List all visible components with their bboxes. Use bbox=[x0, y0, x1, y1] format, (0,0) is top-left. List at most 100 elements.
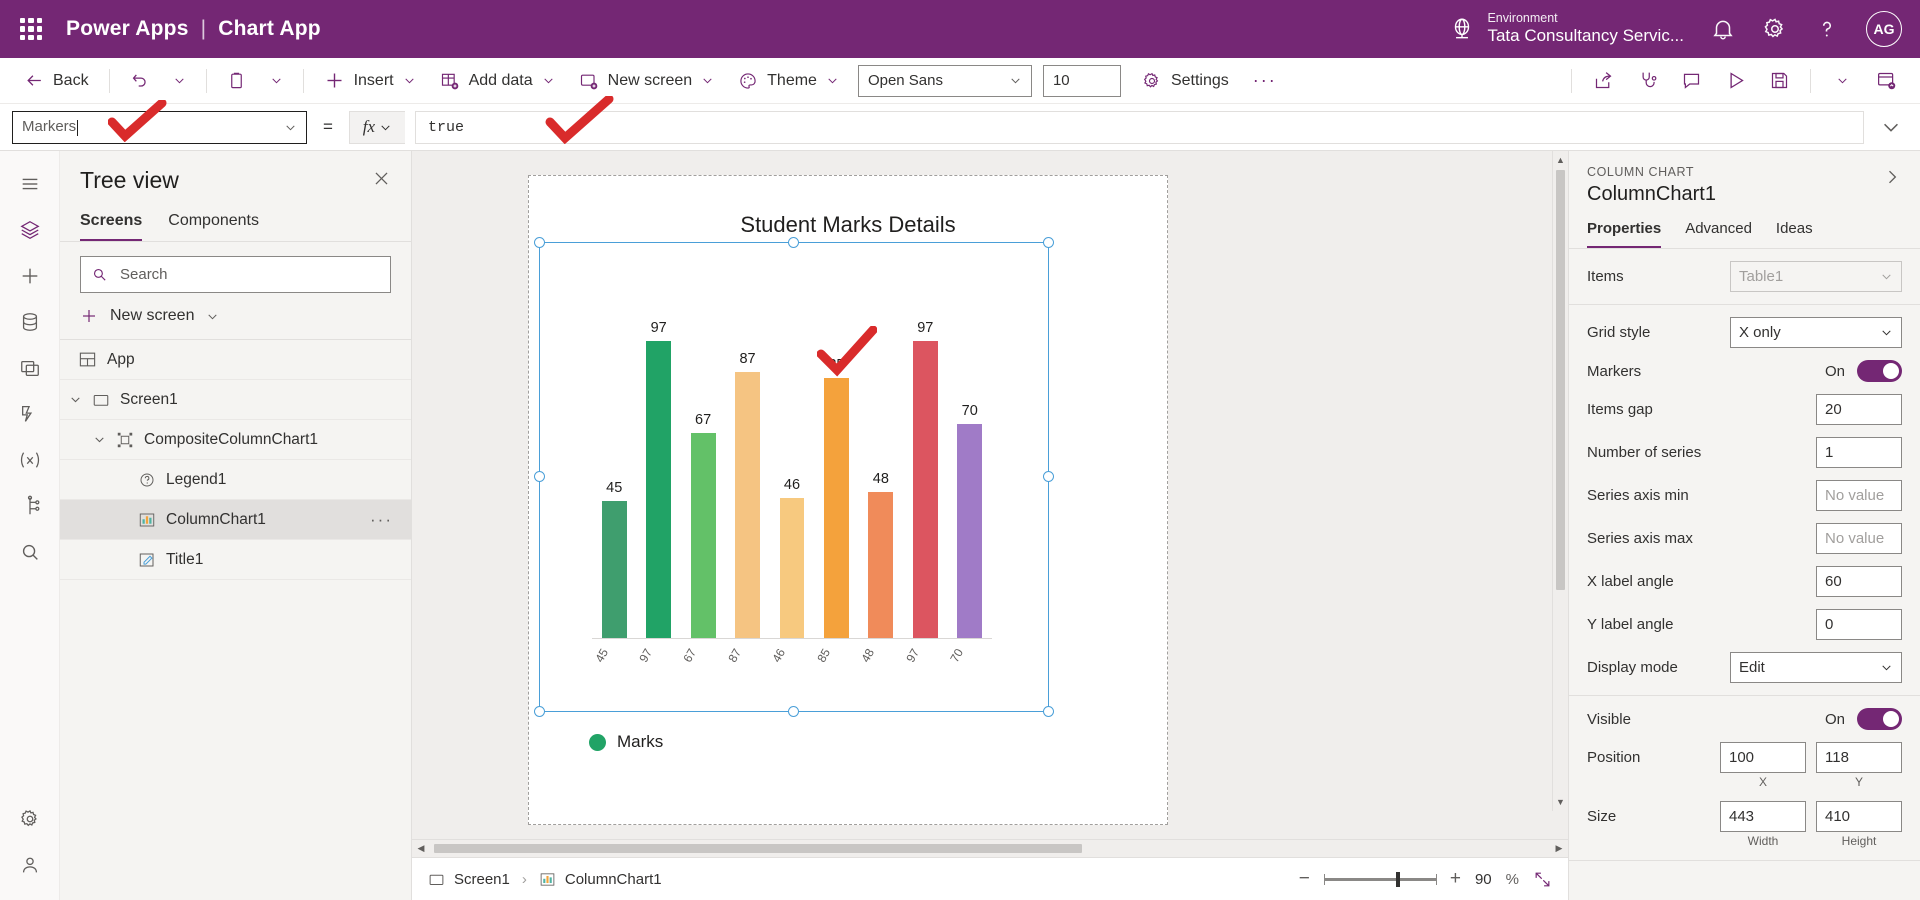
resize-handle-e[interactable] bbox=[1043, 471, 1054, 482]
visible-toggle[interactable] bbox=[1857, 708, 1902, 730]
tree-item-title1[interactable]: Title1 bbox=[60, 540, 411, 580]
save-button[interactable] bbox=[1759, 63, 1799, 99]
breadcrumb-screen[interactable]: Screen1 bbox=[428, 871, 510, 888]
help-icon[interactable] bbox=[1814, 16, 1840, 42]
x-label-angle-input[interactable]: 60 bbox=[1816, 566, 1902, 597]
save-dropdown[interactable] bbox=[1822, 63, 1862, 99]
rail-search-button[interactable] bbox=[8, 529, 52, 575]
vertical-scroll-thumb[interactable] bbox=[1556, 170, 1565, 590]
resize-handle-w[interactable] bbox=[534, 471, 545, 482]
rail-tree-view-button[interactable] bbox=[8, 207, 52, 253]
bar[interactable] bbox=[823, 377, 849, 639]
tab-ideas[interactable]: Ideas bbox=[1776, 216, 1813, 248]
bar[interactable] bbox=[957, 423, 983, 639]
share-button[interactable] bbox=[1583, 63, 1623, 99]
bar-column[interactable]: 46 bbox=[770, 301, 814, 639]
bar-column[interactable]: 87 bbox=[725, 301, 769, 639]
tree-item-more-button[interactable]: ··· bbox=[370, 510, 393, 530]
resize-handle-n[interactable] bbox=[788, 237, 799, 248]
bar-column[interactable]: 85 bbox=[814, 301, 858, 639]
bar[interactable] bbox=[735, 371, 760, 639]
fit-to-screen-icon[interactable] bbox=[1533, 870, 1552, 889]
app-screen[interactable]: Student Marks Details 45 97 67 87 46 85 48 97 70 bbox=[528, 175, 1168, 825]
items-select[interactable]: Table1 bbox=[1730, 261, 1902, 292]
close-tree-view-button[interactable] bbox=[372, 169, 391, 192]
resize-handle-nw[interactable] bbox=[534, 237, 545, 248]
gear-icon[interactable] bbox=[1762, 16, 1788, 42]
tree-item-columnchart1[interactable]: ColumnChart1 ··· bbox=[60, 500, 411, 540]
rail-variables-button[interactable] bbox=[8, 437, 52, 483]
tab-screens[interactable]: Screens bbox=[80, 206, 143, 241]
canvas-vertical-scrollbar[interactable]: ▲ ▼ bbox=[1552, 151, 1568, 811]
bar[interactable] bbox=[868, 491, 894, 639]
column-chart-selection[interactable]: 45 97 67 87 46 85 48 97 70 45 97 67 87 46 85 48 97 70 bbox=[534, 237, 1054, 717]
app-name[interactable]: Chart App bbox=[218, 17, 321, 41]
zoom-slider-thumb[interactable] bbox=[1395, 871, 1400, 887]
search-input[interactable] bbox=[118, 265, 380, 284]
rail-account-button[interactable] bbox=[8, 842, 52, 888]
bar-column[interactable]: 45 bbox=[592, 301, 636, 639]
formula-input[interactable]: true bbox=[414, 110, 1864, 144]
bar-column[interactable]: 97 bbox=[903, 301, 947, 639]
back-button[interactable]: Back bbox=[14, 63, 100, 99]
avatar[interactable]: AG bbox=[1866, 11, 1902, 47]
chart-legend[interactable]: Marks bbox=[589, 732, 663, 752]
bar-column[interactable]: 70 bbox=[948, 301, 992, 639]
tree-item-compositecolumnchart1[interactable]: CompositeColumnChart1 bbox=[60, 420, 411, 460]
expander-icon[interactable] bbox=[92, 433, 106, 446]
breadcrumb-control[interactable]: ColumnChart1 bbox=[539, 871, 662, 888]
bar[interactable] bbox=[779, 497, 805, 639]
scroll-down-arrow[interactable]: ▼ bbox=[1556, 793, 1565, 811]
resize-handle-sw[interactable] bbox=[534, 706, 545, 717]
tree-item-screen1[interactable]: Screen1 bbox=[60, 380, 411, 420]
preview-button[interactable] bbox=[1715, 63, 1755, 99]
paste-dropdown[interactable] bbox=[259, 63, 294, 99]
paste-button[interactable] bbox=[216, 63, 257, 99]
bar-column[interactable]: 67 bbox=[681, 301, 725, 639]
size-width-input[interactable]: 443 bbox=[1720, 801, 1806, 832]
resize-handle-s[interactable] bbox=[788, 706, 799, 717]
canvas-horizontal-scrollbar[interactable]: ◀ ▶ bbox=[412, 839, 1568, 857]
bar[interactable] bbox=[601, 500, 627, 639]
scroll-left-arrow[interactable]: ◀ bbox=[412, 843, 430, 854]
series-axis-min-input[interactable]: No value bbox=[1816, 480, 1902, 511]
insert-button[interactable]: Insert bbox=[313, 63, 427, 99]
scroll-right-arrow[interactable]: ▶ bbox=[1550, 843, 1568, 854]
display-mode-select[interactable]: Edit bbox=[1730, 652, 1902, 683]
settings-button[interactable]: Settings bbox=[1131, 63, 1240, 99]
position-x-input[interactable]: 100 bbox=[1720, 742, 1806, 773]
formula-expand-button[interactable] bbox=[1874, 111, 1908, 144]
rail-media-button[interactable] bbox=[8, 345, 52, 391]
zoom-slider[interactable] bbox=[1323, 871, 1437, 887]
add-data-button[interactable]: Add data bbox=[429, 63, 566, 99]
tab-advanced[interactable]: Advanced bbox=[1685, 216, 1752, 248]
position-y-input[interactable]: 118 bbox=[1816, 742, 1902, 773]
tab-components[interactable]: Components bbox=[168, 206, 259, 241]
rail-insert-button[interactable] bbox=[8, 253, 52, 299]
publish-button[interactable] bbox=[1866, 63, 1906, 99]
overflow-button[interactable]: ··· bbox=[1242, 63, 1288, 99]
rail-settings-button[interactable] bbox=[8, 796, 52, 842]
theme-button[interactable]: Theme bbox=[727, 63, 850, 99]
zoom-in-button[interactable]: + bbox=[1450, 868, 1461, 890]
tree-item-app[interactable]: App bbox=[60, 340, 411, 380]
resize-handle-se[interactable] bbox=[1043, 706, 1054, 717]
resize-handle-ne[interactable] bbox=[1043, 237, 1054, 248]
rail-data-button[interactable] bbox=[8, 299, 52, 345]
markers-toggle[interactable] bbox=[1857, 360, 1902, 382]
bar[interactable] bbox=[912, 340, 938, 639]
zoom-out-button[interactable]: − bbox=[1299, 868, 1310, 890]
notification-bell-icon[interactable] bbox=[1710, 16, 1736, 42]
comments-button[interactable] bbox=[1671, 63, 1711, 99]
product-name[interactable]: Power Apps bbox=[66, 17, 189, 41]
number-of-series-input[interactable]: 1 bbox=[1816, 437, 1902, 468]
new-screen-button[interactable]: New screen bbox=[568, 63, 725, 99]
search-box[interactable] bbox=[80, 256, 391, 293]
bar-column[interactable]: 48 bbox=[859, 301, 903, 639]
rail-tests-button[interactable] bbox=[8, 483, 52, 529]
tab-properties[interactable]: Properties bbox=[1587, 216, 1662, 248]
y-label-angle-input[interactable]: 0 bbox=[1816, 609, 1902, 640]
bar[interactable] bbox=[690, 433, 716, 639]
series-axis-max-input[interactable]: No value bbox=[1816, 523, 1902, 554]
canvas-area[interactable]: Student Marks Details 45 97 67 87 46 85 48 97 70 bbox=[412, 151, 1568, 839]
